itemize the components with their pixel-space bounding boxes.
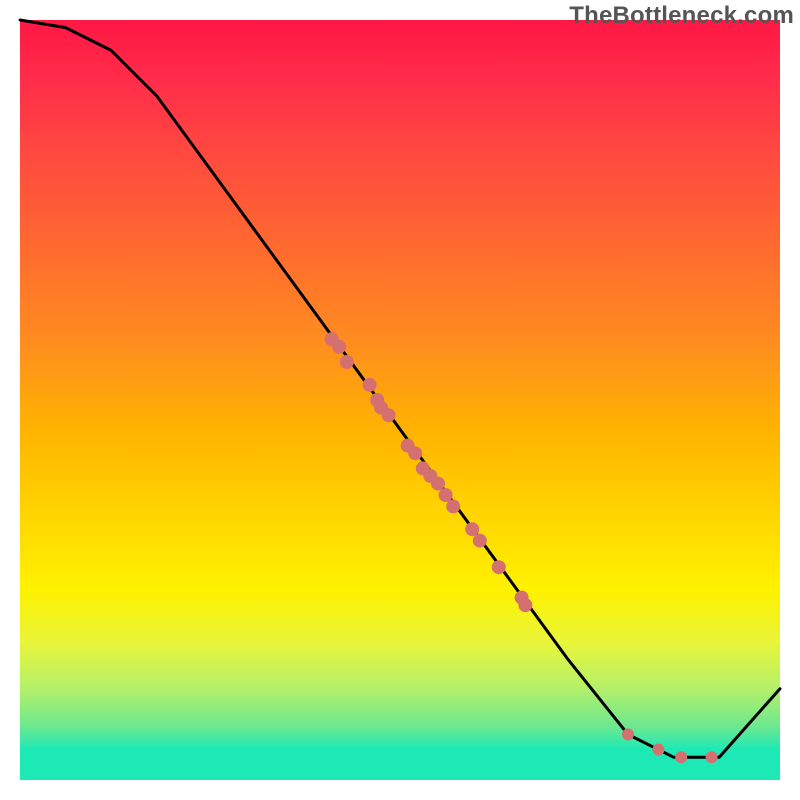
- data-point: [706, 751, 718, 763]
- points-group: [325, 332, 718, 763]
- chart-overlay-svg: [0, 0, 800, 800]
- data-point: [492, 560, 506, 574]
- data-point: [332, 340, 346, 354]
- curve-group: [20, 20, 780, 757]
- data-point: [473, 534, 487, 548]
- data-point: [431, 477, 445, 491]
- data-point: [465, 522, 479, 536]
- data-point: [622, 728, 634, 740]
- data-point: [652, 744, 664, 756]
- bottleneck-curve: [20, 20, 780, 757]
- data-point: [382, 408, 396, 422]
- data-point: [446, 499, 460, 513]
- data-point: [439, 488, 453, 502]
- data-point: [340, 355, 354, 369]
- data-point: [408, 446, 422, 460]
- data-point: [518, 598, 532, 612]
- data-point: [675, 751, 687, 763]
- data-point: [363, 378, 377, 392]
- bottleneck-chart: TheBottleneck.com: [0, 0, 800, 800]
